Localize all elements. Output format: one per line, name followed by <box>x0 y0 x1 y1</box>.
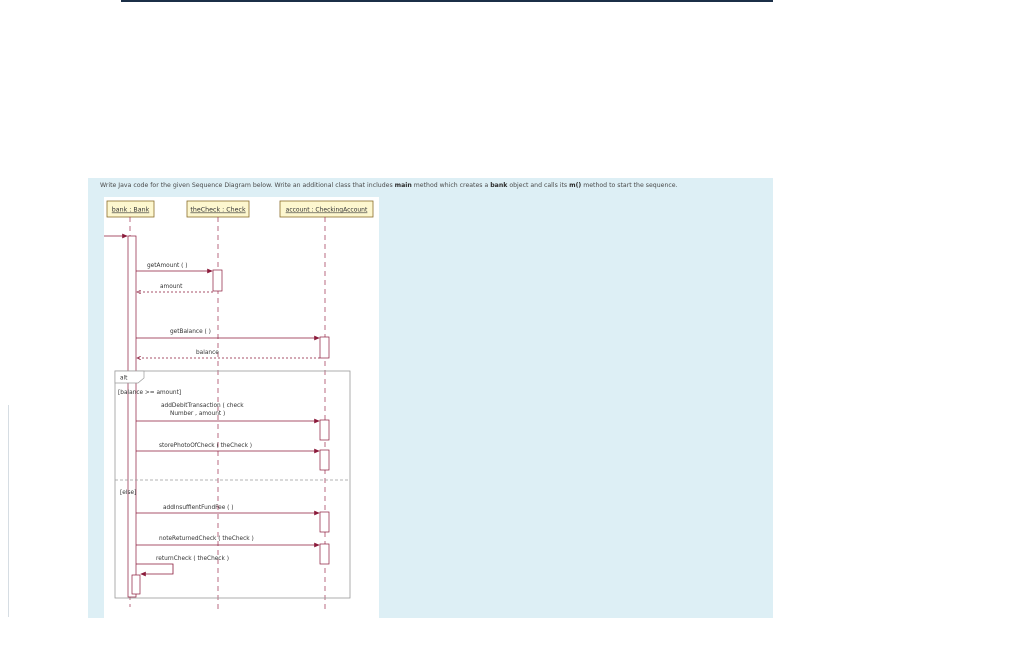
activation-account-4 <box>319 511 330 533</box>
lifeline-bank-label: bank : Bank <box>112 207 150 214</box>
lifeline-bank: bank : Bank <box>106 200 155 218</box>
alt-guard-else: [else] <box>120 490 136 496</box>
message-store-photo-label: storePhotoOfCheck ( theCheck ) <box>159 443 252 449</box>
sequence-diagram: bank : Bank theCheck : Check account : C… <box>104 197 379 618</box>
question-instruction: Write Java code for the given Sequence D… <box>100 182 770 189</box>
message-add-debit-label-2: Number , amount ) <box>170 411 225 417</box>
activation-account-3 <box>319 449 330 471</box>
left-margin-line <box>8 405 9 617</box>
lifeline-account: account : CheckingAccount <box>279 200 374 218</box>
instruction-bold-bank: bank <box>490 182 508 189</box>
activation-account-1 <box>319 336 330 359</box>
instruction-bold-main: main <box>394 182 412 189</box>
activation-bank-main <box>127 235 137 598</box>
top-divider <box>121 0 773 2</box>
instruction-text-2: method which creates a <box>411 182 491 189</box>
message-get-amount-label: getAmount ( ) <box>147 263 188 269</box>
instruction-text-3: object and calls its <box>507 182 570 189</box>
message-return-check-arrow <box>136 563 174 577</box>
instruction-text-4: method to start the sequence. <box>581 182 678 189</box>
sequence-diagram-svg: bank : Bank theCheck : Check account : C… <box>104 200 374 612</box>
message-return-check-label: returnCheck ( theCheck ) <box>156 556 229 562</box>
lifeline-check: theCheck : Check <box>186 200 250 218</box>
message-amount-return-label: amount <box>160 284 183 290</box>
lifeline-account-label: account : CheckingAccount <box>286 207 368 214</box>
alt-operator-label: alt <box>120 376 128 382</box>
activation-check <box>212 269 223 292</box>
instruction-text-1: Write Java code for the given Sequence D… <box>100 182 395 189</box>
question-panel: Write Java code for the given Sequence D… <box>88 178 773 618</box>
message-add-fee-label: addInsuffientFundFee ( ) <box>163 505 234 511</box>
message-balance-return-label: balance <box>196 350 219 356</box>
message-get-balance-label: getBalance ( ) <box>170 329 211 335</box>
message-note-returned-label: noteReturnedCheck ( theCheck ) <box>159 536 254 542</box>
alt-guard-if: [balance >= amount] <box>118 390 181 396</box>
message-add-debit-label-1: addDebitTransaction ( check <box>161 403 244 409</box>
instruction-bold-m: m() <box>569 182 582 189</box>
activation-account-5 <box>319 543 330 565</box>
activation-account-2 <box>319 419 330 441</box>
activation-bank-self <box>131 574 141 595</box>
lifeline-check-label: theCheck : Check <box>190 207 246 214</box>
